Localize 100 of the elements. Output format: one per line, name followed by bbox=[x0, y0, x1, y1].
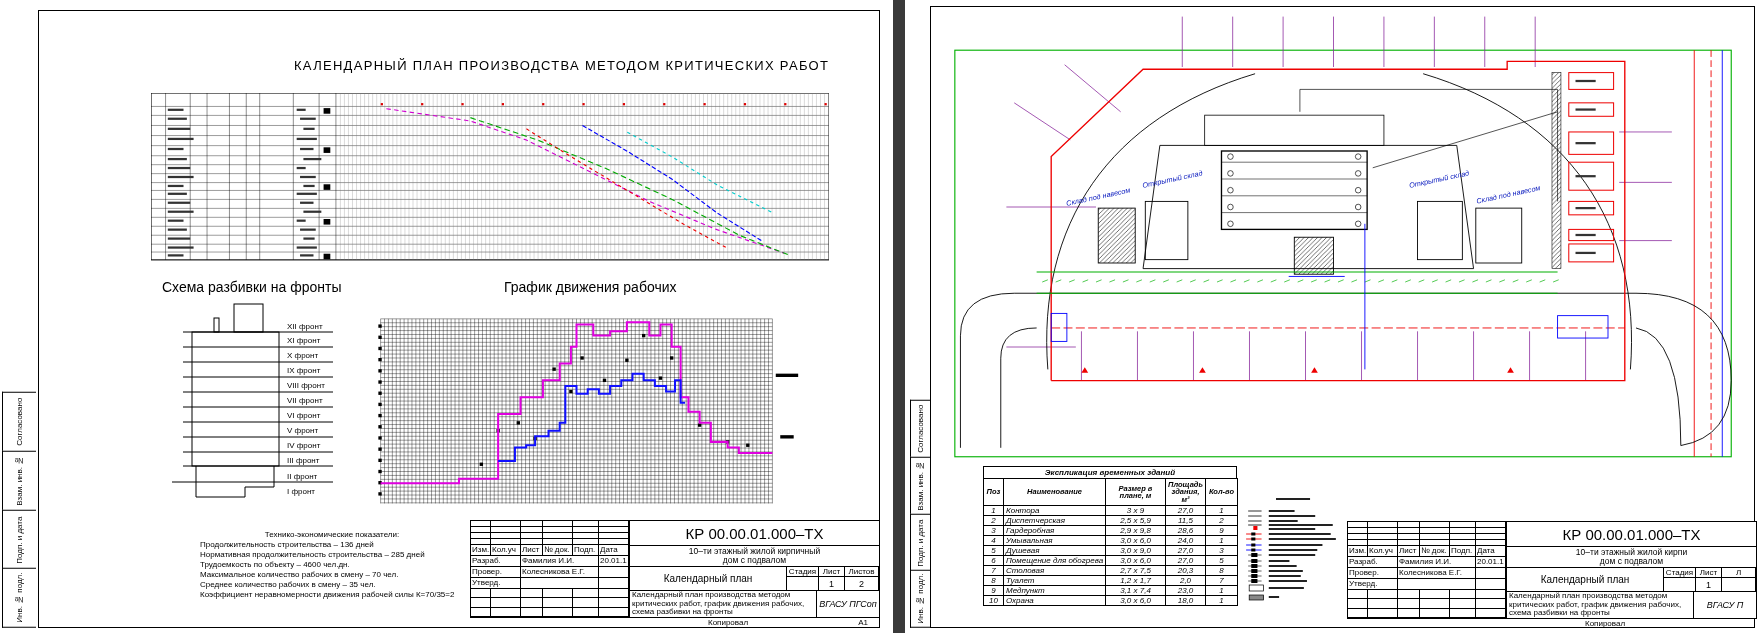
empty-cell bbox=[573, 589, 599, 599]
table-cell: № док. bbox=[543, 545, 573, 556]
table-cell: Колесникова Е.Г. bbox=[521, 567, 599, 578]
table-cell: 9 bbox=[983, 585, 1004, 596]
indicator-line: Среднее количество рабочих в смену – 35 чел. bbox=[200, 580, 376, 589]
sheet-title: Календарный план bbox=[1507, 568, 1664, 591]
table-cell: 3,1 x 7,4 bbox=[1105, 585, 1166, 596]
front-label: VII фронт bbox=[287, 396, 323, 405]
front-label: II фронт bbox=[287, 472, 318, 481]
table-cell: Провер. bbox=[1348, 568, 1398, 579]
table-cell: Лист bbox=[1696, 568, 1722, 578]
table-cell: Изм. bbox=[471, 545, 491, 556]
empty-cell bbox=[1450, 599, 1476, 609]
copied-label: Копировал bbox=[708, 618, 749, 627]
table-cell: Провер. bbox=[471, 567, 521, 578]
table-cell: 2 bbox=[1205, 515, 1238, 526]
sheet-description: Календарный план производства методом критических работ, график движения рабочих, схема разбивки на фронты bbox=[630, 591, 817, 617]
empty-cell bbox=[491, 598, 521, 608]
margin-label: Инв. № подл. bbox=[910, 570, 930, 628]
table-cell: Кол.уч bbox=[1368, 546, 1398, 557]
table-cell: 1 bbox=[819, 577, 845, 590]
table-cell: Диспетчерская bbox=[1003, 515, 1106, 526]
table-cell: Умывальная bbox=[1003, 535, 1106, 546]
table-cell: 1,2 x 1,7 bbox=[1105, 575, 1166, 586]
table-cell: Дата bbox=[599, 545, 629, 556]
indicator-line: Коэффициент неравномерности движения рабочей силы К=70/35=2 bbox=[200, 590, 455, 599]
front-label: VI фронт bbox=[287, 411, 321, 420]
table-cell: 11,5 bbox=[1165, 515, 1206, 526]
table-cell: 10 bbox=[983, 595, 1004, 606]
table-cell: 20,3 bbox=[1165, 565, 1206, 576]
table-cell: 24,0 bbox=[1165, 535, 1206, 546]
table-cell: Л bbox=[1722, 568, 1756, 578]
project-title: 10–ти этажный жилой кирпи дом с подвалом bbox=[1507, 547, 1756, 568]
front-label: XI фронт bbox=[287, 336, 321, 345]
table-cell: 27,0 bbox=[1165, 545, 1206, 556]
table-cell: 7 bbox=[1205, 575, 1238, 586]
table-cell: 28,6 bbox=[1165, 525, 1206, 536]
table-cell: 3 bbox=[983, 525, 1004, 536]
table-cell: 9 bbox=[1205, 525, 1238, 536]
sheet-description: Календарный план производства методом критических работ, график движения рабочих, схема разбивки на фронты bbox=[1507, 592, 1694, 618]
front-label: V фронт bbox=[287, 426, 319, 435]
indicator-line: Трудоемкость по объекту – 4600 чел.дн. bbox=[200, 560, 350, 569]
margin-label: Взам. инв. № bbox=[2, 450, 36, 510]
margin-label: Взам. инв. № bbox=[910, 456, 930, 514]
table-cell: Утверд. bbox=[471, 578, 521, 589]
drawing-code: КР 00.00.01.000–ТХ bbox=[630, 521, 879, 546]
table-cell: 1 bbox=[1696, 578, 1722, 591]
table-cell: 3,0 x 9,0 bbox=[1105, 545, 1166, 556]
table-cell: Помещение для обогрева bbox=[1003, 555, 1106, 566]
empty-cell bbox=[1420, 599, 1450, 609]
empty-cell bbox=[573, 598, 599, 608]
margin-label: Согласовано bbox=[910, 400, 930, 457]
table-cell: Кол.уч bbox=[491, 545, 521, 556]
empty-cell bbox=[1450, 590, 1476, 600]
table-cell: 3,0 x 6,0 bbox=[1105, 595, 1166, 606]
table-cell: Утверд. bbox=[1348, 579, 1398, 590]
organization-name: ВГАСУ П bbox=[1705, 599, 1745, 612]
copied-label: Копировал bbox=[1585, 619, 1626, 628]
format-label: А1 bbox=[858, 618, 868, 627]
table-cell: Гардеробная bbox=[1003, 525, 1106, 536]
indicator-line: Продолжительность строительства – 136 дней bbox=[200, 540, 374, 549]
table-cell: 20.01.1 bbox=[599, 556, 629, 567]
table-cell: 2 bbox=[845, 577, 879, 590]
table-cell: 3,0 x 6,0 bbox=[1105, 535, 1166, 546]
indicator-line: Максимальное количество рабочих в смену – 70 чел. bbox=[200, 570, 399, 579]
front-label: IV фронт bbox=[287, 441, 321, 450]
table-cell: 2,7 x 7,5 bbox=[1105, 565, 1166, 576]
table-cell: Контора bbox=[1003, 505, 1106, 516]
table-cell: Столовая bbox=[1003, 565, 1106, 576]
empty-cell bbox=[1420, 590, 1450, 600]
project-title: 10–ти этажный жилой кирпичный дом с подвалом bbox=[630, 546, 879, 567]
empty-cell bbox=[1368, 599, 1398, 609]
table-cell: 18,0 bbox=[1165, 595, 1206, 606]
table-cell: 7 bbox=[983, 565, 1004, 576]
margin-label: Согласовано bbox=[2, 392, 36, 451]
table-cell: 3 x 9 bbox=[1105, 505, 1166, 516]
table-cell: Лист bbox=[1398, 546, 1420, 557]
table-cell: 1 bbox=[1205, 585, 1238, 596]
table-cell: 20.01.1 bbox=[1476, 557, 1506, 568]
sheet-heading: КАЛЕНДАРНЫЙ ПЛАН ПРОИЗВОДСТВА МЕТОДОМ КРИТИЧЕСКИХ РАБОТ bbox=[294, 59, 830, 72]
table-cell: Стадия bbox=[1664, 568, 1696, 578]
empty-cell bbox=[543, 598, 573, 608]
empty-cell bbox=[521, 589, 543, 599]
table-cell: № док. bbox=[1420, 546, 1450, 557]
table-cell: 6 bbox=[983, 555, 1004, 566]
table-cell: Разраб. bbox=[1348, 557, 1398, 568]
table-cell: 2,5 x 5,9 bbox=[1105, 515, 1166, 526]
sheet-title: Календарный план bbox=[630, 567, 787, 590]
empty-cell bbox=[1398, 599, 1420, 609]
table-cell: Фамилия И.И. bbox=[1398, 557, 1476, 568]
organization-name: ВГАСУ ПГСоп bbox=[818, 598, 878, 611]
table-cell: Дата bbox=[1476, 546, 1506, 557]
table-cell: Подп. bbox=[573, 545, 599, 556]
empty-cell bbox=[1398, 590, 1420, 600]
drawing-code: КР 00.00.01.000–ТХ bbox=[1507, 522, 1756, 547]
indicators-heading: Технико-экономические показатели: bbox=[264, 530, 400, 539]
empty-cell bbox=[491, 589, 521, 599]
table-cell: 2 bbox=[983, 515, 1004, 526]
table-cell: Лист bbox=[521, 545, 543, 556]
table-cell: 3 bbox=[1205, 545, 1238, 556]
